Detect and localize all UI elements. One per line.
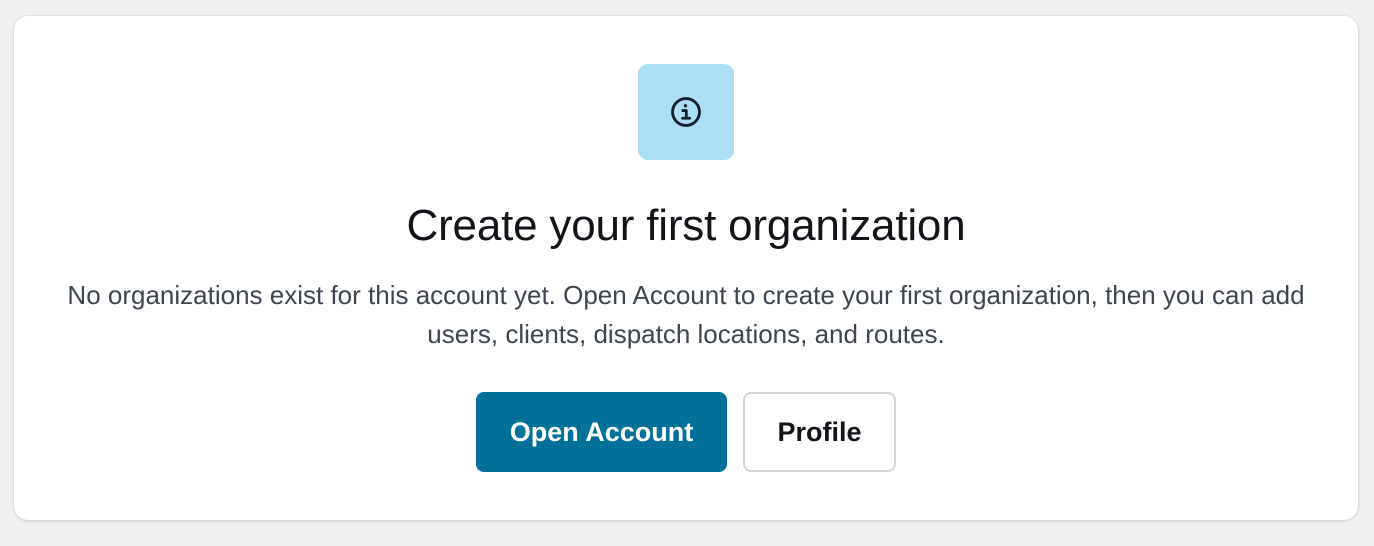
profile-button[interactable]: Profile: [743, 392, 896, 472]
empty-state-title: Create your first organization: [406, 201, 966, 250]
empty-state-card: Create your first organization No organi…: [14, 16, 1358, 520]
open-account-button[interactable]: Open Account: [476, 392, 727, 472]
info-icon: [669, 95, 703, 129]
empty-state-description: No organizations exist for this account …: [67, 280, 1305, 349]
empty-state-actions: Open Account Profile: [14, 392, 1358, 472]
info-icon-tile: [638, 64, 734, 160]
